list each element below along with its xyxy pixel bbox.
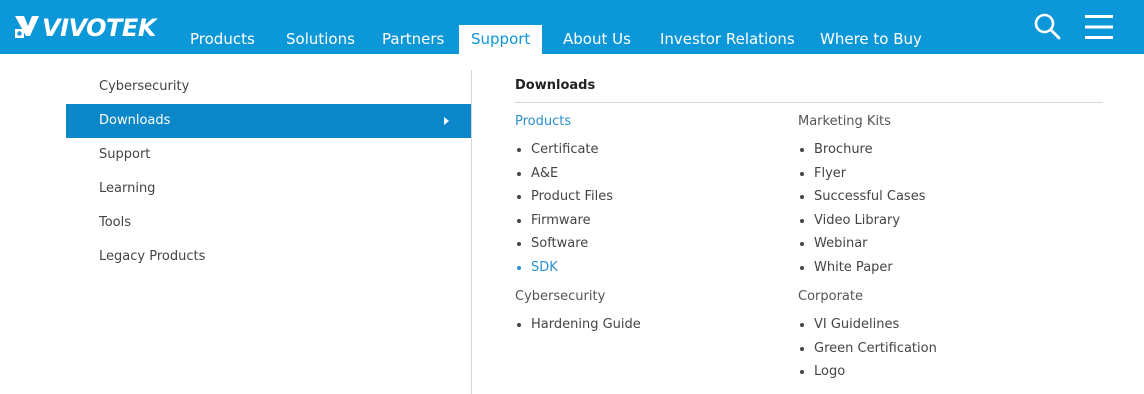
top-navigation-bar: VIVOTEK Products Solutions Partners Supp… [0, 0, 1144, 54]
vivotek-logo[interactable]: VIVOTEK [14, 14, 156, 42]
list-item-successful-cases[interactable]: Successful Cases [798, 185, 925, 209]
nav-solutions[interactable]: Solutions [286, 29, 355, 49]
hamburger-menu-icon[interactable] [1085, 14, 1113, 40]
vertical-divider [471, 70, 472, 394]
horizontal-divider [515, 102, 1103, 103]
products-column: Products Certificate A&E Product Files F… [515, 111, 613, 279]
list-item-brochure[interactable]: Brochure [798, 138, 925, 162]
list-item-logo[interactable]: Logo [798, 360, 937, 384]
logo-text: VIVOTEK [42, 14, 156, 42]
corporate-column: Corporate VI Guidelines Green Certificat… [798, 286, 937, 384]
cybersecurity-heading: Cybersecurity [515, 289, 606, 304]
list-item-hardening-guide[interactable]: Hardening Guide [515, 313, 641, 337]
logo-mark-icon [15, 16, 39, 38]
marketing-kits-list: Brochure Flyer Successful Cases Video Li… [798, 138, 925, 279]
list-item-white-paper[interactable]: White Paper [798, 256, 925, 280]
panel-title: Downloads [515, 78, 596, 93]
sidebar-item-downloads[interactable]: Downloads [66, 104, 471, 138]
list-item-webinar[interactable]: Webinar [798, 232, 925, 256]
nav-about-us[interactable]: About Us [563, 29, 631, 49]
nav-investor-relations[interactable]: Investor Relations [660, 29, 795, 49]
cybersecurity-column: Cybersecurity Hardening Guide [515, 286, 641, 337]
marketing-kits-column: Marketing Kits Brochure Flyer Successful… [798, 111, 925, 279]
sidebar-item-legacy-products[interactable]: Legacy Products [66, 240, 471, 274]
caret-right-icon [444, 117, 449, 125]
list-item-product-files[interactable]: Product Files [515, 185, 613, 209]
products-list: Certificate A&E Product Files Firmware S… [515, 138, 613, 279]
list-item-vi-guidelines[interactable]: VI Guidelines [798, 313, 937, 337]
list-item-certificate[interactable]: Certificate [515, 138, 613, 162]
cybersecurity-list: Hardening Guide [515, 313, 641, 337]
sidebar-item-tools[interactable]: Tools [66, 206, 471, 240]
sidebar-item-learning[interactable]: Learning [66, 172, 471, 206]
nav-products[interactable]: Products [190, 29, 255, 49]
sidebar-item-cybersecurity[interactable]: Cybersecurity [66, 70, 471, 104]
nav-where-to-buy[interactable]: Where to Buy [820, 29, 922, 49]
corporate-list: VI Guidelines Green Certification Logo [798, 313, 937, 384]
sidebar-item-label: Downloads [99, 113, 171, 128]
list-item-sdk[interactable]: SDK [515, 256, 613, 280]
search-icon[interactable] [1033, 12, 1061, 40]
list-item-firmware[interactable]: Firmware [515, 209, 613, 233]
products-heading-link[interactable]: Products [515, 111, 613, 133]
list-item-green-certification[interactable]: Green Certification [798, 337, 937, 361]
corporate-heading: Corporate [798, 289, 863, 304]
list-item-flyer[interactable]: Flyer [798, 162, 925, 186]
list-item-a-and-e[interactable]: A&E [515, 162, 613, 186]
list-item-software[interactable]: Software [515, 232, 613, 256]
sidebar-item-support[interactable]: Support [66, 138, 471, 172]
marketing-kits-heading: Marketing Kits [798, 114, 891, 129]
nav-support[interactable]: Support [459, 25, 543, 54]
support-sidebar: Cybersecurity Downloads Support Learning… [66, 70, 471, 274]
list-item-video-library[interactable]: Video Library [798, 209, 925, 233]
nav-partners[interactable]: Partners [382, 29, 444, 49]
